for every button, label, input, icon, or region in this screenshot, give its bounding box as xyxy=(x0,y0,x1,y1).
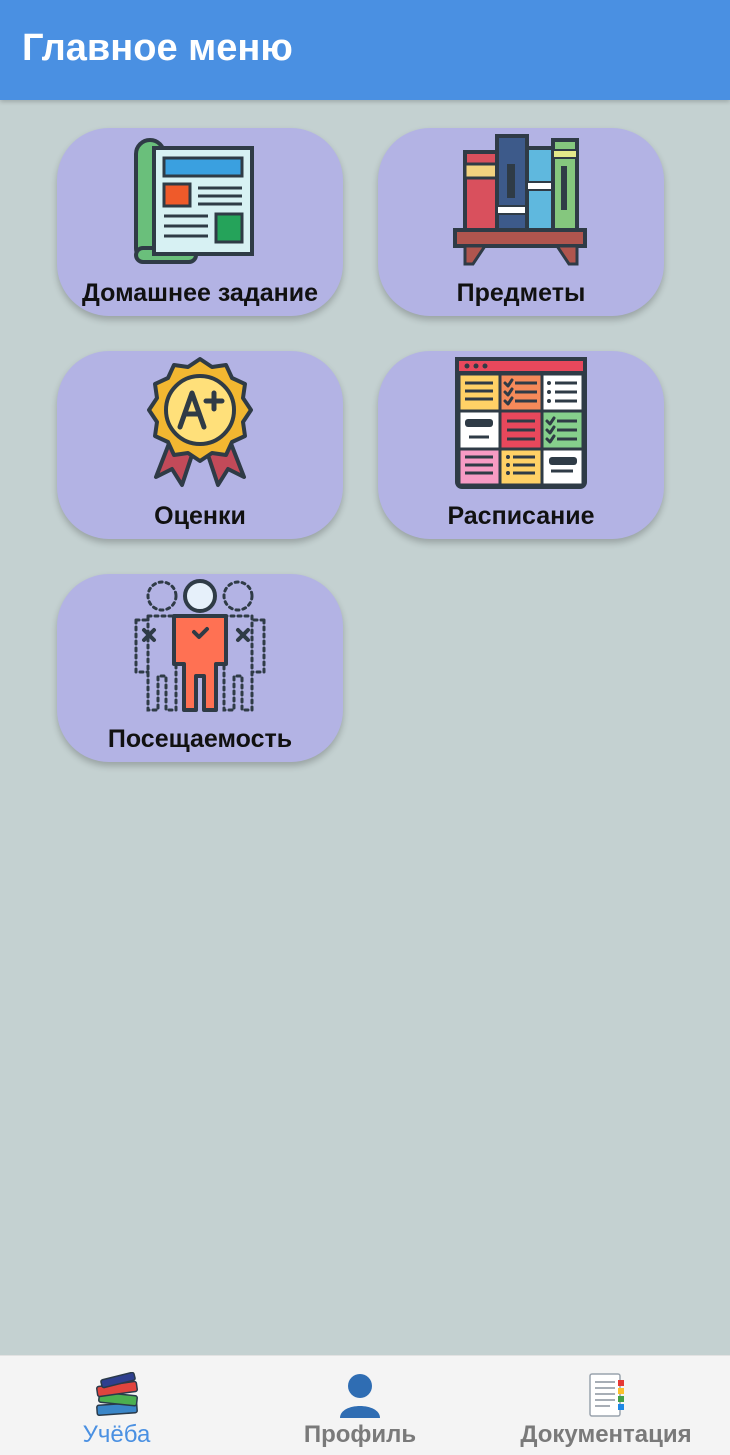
person-icon xyxy=(340,1374,380,1418)
document-icon xyxy=(589,1373,624,1417)
books-icon xyxy=(95,1372,138,1416)
tab-documentation-label: Документация xyxy=(520,1421,692,1448)
people-attendance-icon xyxy=(134,579,266,712)
attendance-label: Посещаемость xyxy=(107,725,293,753)
schedule-tile[interactable]: Расписание xyxy=(378,351,664,539)
schedule-grid-icon xyxy=(455,357,587,489)
tab-study-label: Учёба xyxy=(82,1421,151,1448)
tab-documentation[interactable]: Документация xyxy=(500,1356,712,1455)
tab-study[interactable]: Учёба xyxy=(0,1356,233,1455)
newspaper-icon xyxy=(134,138,254,264)
attendance-tile[interactable]: Посещаемость xyxy=(57,574,343,762)
subjects-label: Предметы xyxy=(456,279,586,307)
tab-profile-label: Профиль xyxy=(303,1421,417,1448)
books-shelf-icon xyxy=(453,134,587,266)
homework-tile[interactable]: Домашнее задание xyxy=(57,128,343,316)
homework-label: Домашнее задание xyxy=(82,279,318,307)
tab-profile[interactable]: Профиль xyxy=(250,1356,470,1455)
bottom-navigation: Учёба Профиль Документация xyxy=(0,1355,730,1455)
award-badge-icon xyxy=(147,357,253,487)
page-title: Главное меню xyxy=(22,27,293,69)
subjects-tile[interactable]: Предметы xyxy=(378,128,664,316)
grades-tile[interactable]: Оценки xyxy=(57,351,343,539)
schedule-label: Расписание xyxy=(447,502,595,530)
grades-label: Оценки xyxy=(154,502,246,530)
app-bar: Главное меню xyxy=(0,0,730,100)
